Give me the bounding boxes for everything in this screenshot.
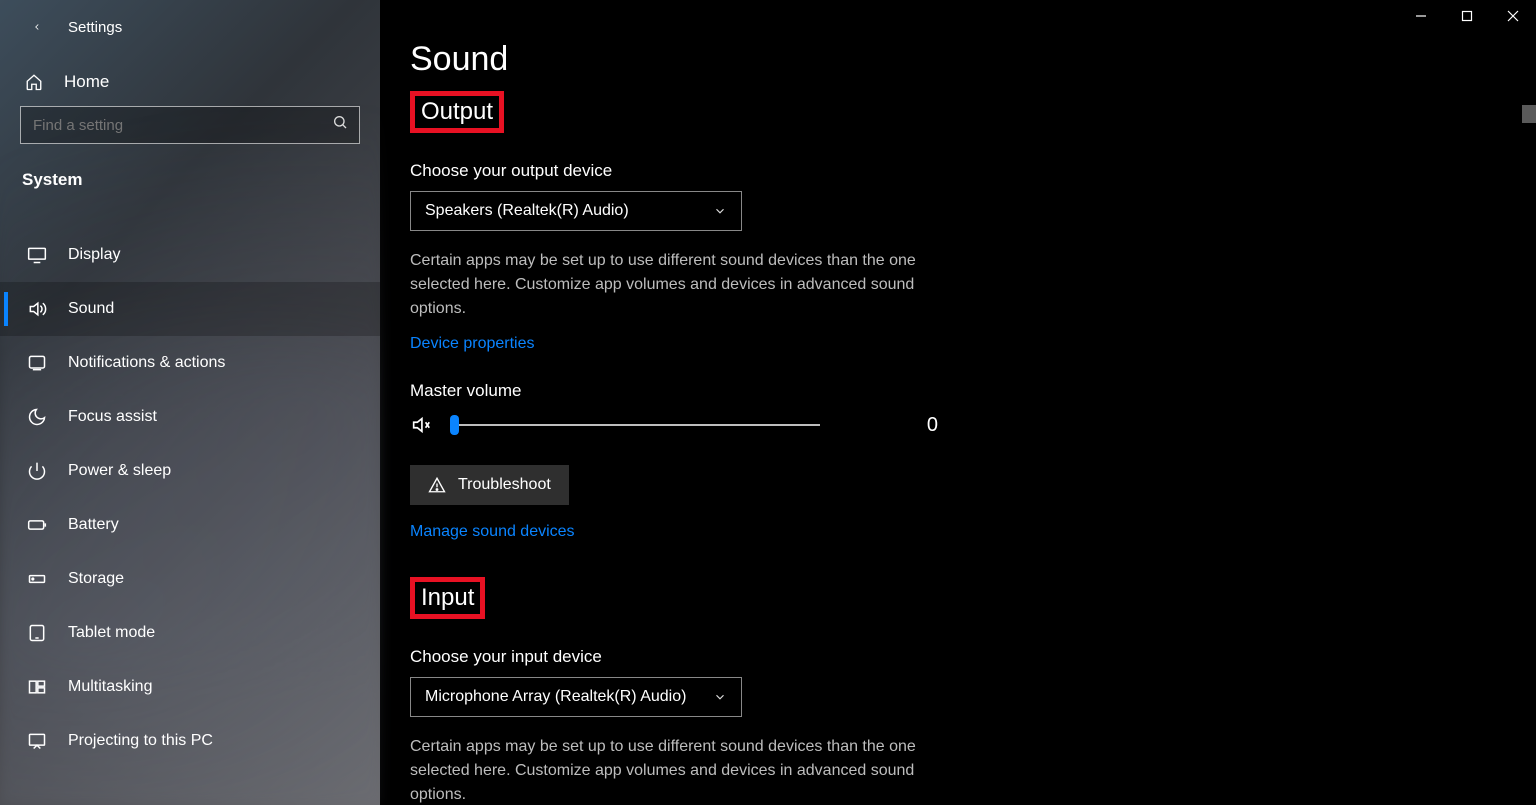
sidebar-home-label: Home — [64, 72, 109, 92]
input-desc: Certain apps may be set up to use differ… — [410, 735, 950, 805]
input-device-select[interactable]: Microphone Array (Realtek(R) Audio) — [410, 677, 742, 717]
nav-label: Storage — [68, 570, 124, 588]
input-device-value: Microphone Array (Realtek(R) Audio) — [425, 688, 686, 706]
section-input-heading: Input — [410, 577, 485, 619]
troubleshoot-label: Troubleshoot — [458, 476, 551, 494]
tablet-icon — [26, 623, 48, 643]
multitasking-icon — [26, 677, 48, 697]
nav-label: Notifications & actions — [68, 354, 225, 372]
sidebar-home[interactable]: Home — [0, 52, 380, 106]
nav-focus-assist[interactable]: Focus assist — [0, 390, 380, 444]
nav-power-sleep[interactable]: Power & sleep — [0, 444, 380, 498]
output-device-select[interactable]: Speakers (Realtek(R) Audio) — [410, 191, 742, 231]
minimize-button[interactable] — [1398, 0, 1444, 32]
master-volume-value: 0 — [878, 414, 938, 437]
nav-storage[interactable]: Storage — [0, 552, 380, 606]
window-title: Settings — [68, 19, 122, 36]
troubleshoot-button[interactable]: Troubleshoot — [410, 465, 569, 505]
display-icon — [26, 245, 48, 265]
battery-icon — [26, 515, 48, 535]
nav-label: Projecting to this PC — [68, 732, 213, 750]
manage-sound-devices-link[interactable]: Manage sound devices — [410, 523, 575, 540]
maximize-button[interactable] — [1444, 0, 1490, 32]
nav-label: Display — [68, 246, 120, 264]
nav-label: Power & sleep — [68, 462, 171, 480]
master-volume-slider[interactable] — [450, 411, 820, 439]
search-input[interactable] — [20, 106, 360, 144]
notifications-icon — [26, 353, 48, 373]
nav-label: Focus assist — [68, 408, 157, 426]
nav-label: Tablet mode — [68, 624, 155, 642]
window-controls — [1398, 0, 1536, 32]
input-device-label: Choose your input device — [410, 647, 1150, 667]
storage-icon — [26, 569, 48, 589]
power-icon — [26, 461, 48, 481]
nav-label: Battery — [68, 516, 119, 534]
main: Sound Output Choose your output device S… — [380, 0, 1536, 805]
nav-sound[interactable]: Sound — [0, 282, 380, 336]
sidebar-nav: Display Sound Notifications & actions Fo… — [0, 228, 380, 768]
warning-icon — [428, 476, 446, 494]
sidebar: Settings Home System Display Sound — [0, 0, 380, 805]
chevron-down-icon — [713, 204, 727, 218]
chevron-down-icon — [713, 690, 727, 704]
focus-assist-icon — [26, 407, 48, 427]
nav-label: Sound — [68, 300, 114, 318]
section-output-heading: Output — [410, 91, 504, 133]
nav-label: Multitasking — [68, 678, 152, 696]
nav-projecting[interactable]: Projecting to this PC — [0, 714, 380, 768]
scrollbar[interactable] — [1522, 105, 1536, 123]
search-icon — [332, 114, 348, 130]
nav-tablet-mode[interactable]: Tablet mode — [0, 606, 380, 660]
nav-battery[interactable]: Battery — [0, 498, 380, 552]
output-desc: Certain apps may be set up to use differ… — [410, 249, 950, 321]
nav-display[interactable]: Display — [0, 228, 380, 282]
device-properties-link[interactable]: Device properties — [410, 335, 535, 352]
back-button[interactable] — [26, 16, 48, 38]
sound-icon — [26, 299, 48, 319]
nav-multitasking[interactable]: Multitasking — [0, 660, 380, 714]
master-volume-label: Master volume — [410, 381, 1150, 401]
nav-notifications[interactable]: Notifications & actions — [0, 336, 380, 390]
sidebar-section-label: System — [0, 160, 380, 202]
volume-mute-icon[interactable] — [410, 414, 432, 436]
output-device-label: Choose your output device — [410, 161, 1150, 181]
page-title: Sound — [410, 40, 1150, 79]
output-device-value: Speakers (Realtek(R) Audio) — [425, 202, 629, 220]
close-button[interactable] — [1490, 0, 1536, 32]
projecting-icon — [26, 731, 48, 751]
home-icon — [24, 73, 44, 91]
